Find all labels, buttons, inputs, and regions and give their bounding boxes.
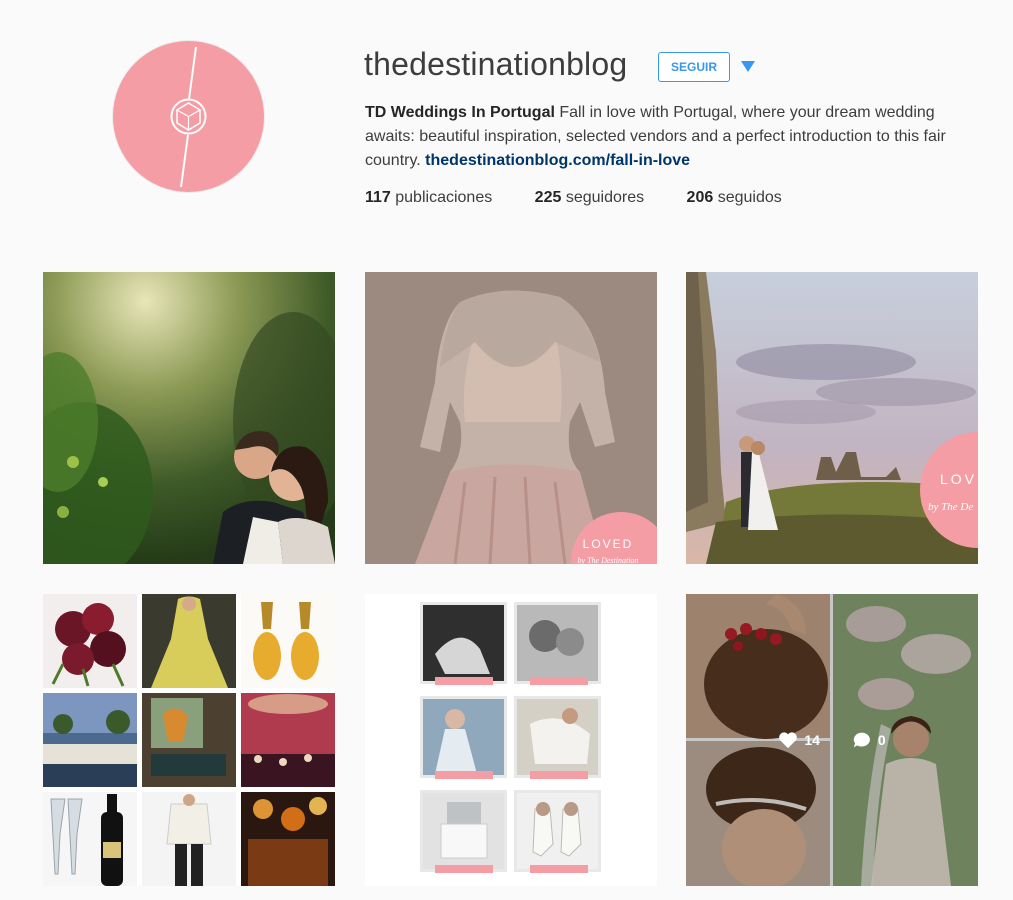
profile-username: thedestinationblog [364, 46, 628, 82]
likes-count: 14 [804, 732, 820, 748]
loved-badge-text: LOV [940, 471, 977, 487]
chevron-down-icon[interactable] [740, 58, 756, 74]
bio-link[interactable]: thedestinationblog.com/fall-in-love [425, 152, 690, 169]
post-couple-garden[interactable] [43, 272, 335, 564]
profile-stats: 117 publicaciones 225 seguidores 206 seg… [365, 189, 820, 207]
post-moodboard-collage[interactable] [43, 594, 335, 886]
posts-count: 117 [365, 189, 391, 206]
heart-icon [779, 732, 798, 749]
posts-stat: 117 publicaciones [365, 189, 492, 207]
follow-button[interactable]: SEGUIR [658, 52, 730, 82]
loved-badge-subtext: by The De [928, 501, 973, 513]
comments-count: 0 [877, 732, 886, 748]
post-hover-overlay: 14 0 [686, 594, 978, 886]
loved-badge-text: LOVED [583, 537, 634, 551]
comment-icon [853, 732, 870, 748]
following-stat[interactable]: 206 seguidos [687, 189, 782, 207]
comments-stat: 0 [852, 731, 886, 749]
diamond-logo-icon [170, 46, 207, 188]
bio-full-name: TD Weddings In Portugal [365, 104, 555, 121]
post-bridal-hair[interactable]: 14 0 [686, 594, 978, 886]
loved-badge-subtext: by The Destination [578, 556, 639, 564]
following-label: seguidos [713, 189, 782, 206]
following-count: 206 [686, 189, 714, 206]
likes-stat: 14 [778, 731, 820, 749]
profile-avatar[interactable] [113, 41, 264, 192]
post-couple-ruins[interactable]: LOV by The De [686, 272, 978, 564]
followers-stat[interactable]: 225 seguidores [535, 189, 644, 207]
posts-label: publicaciones [390, 189, 493, 206]
post-vendors-grid[interactable] [365, 594, 657, 886]
post-lace-dress[interactable]: LOVED by The Destination [365, 272, 657, 564]
profile-bio: TD Weddings In Portugal Fall in love wit… [365, 101, 985, 173]
followers-label: seguidores [561, 189, 645, 206]
followers-count: 225 [534, 189, 562, 206]
